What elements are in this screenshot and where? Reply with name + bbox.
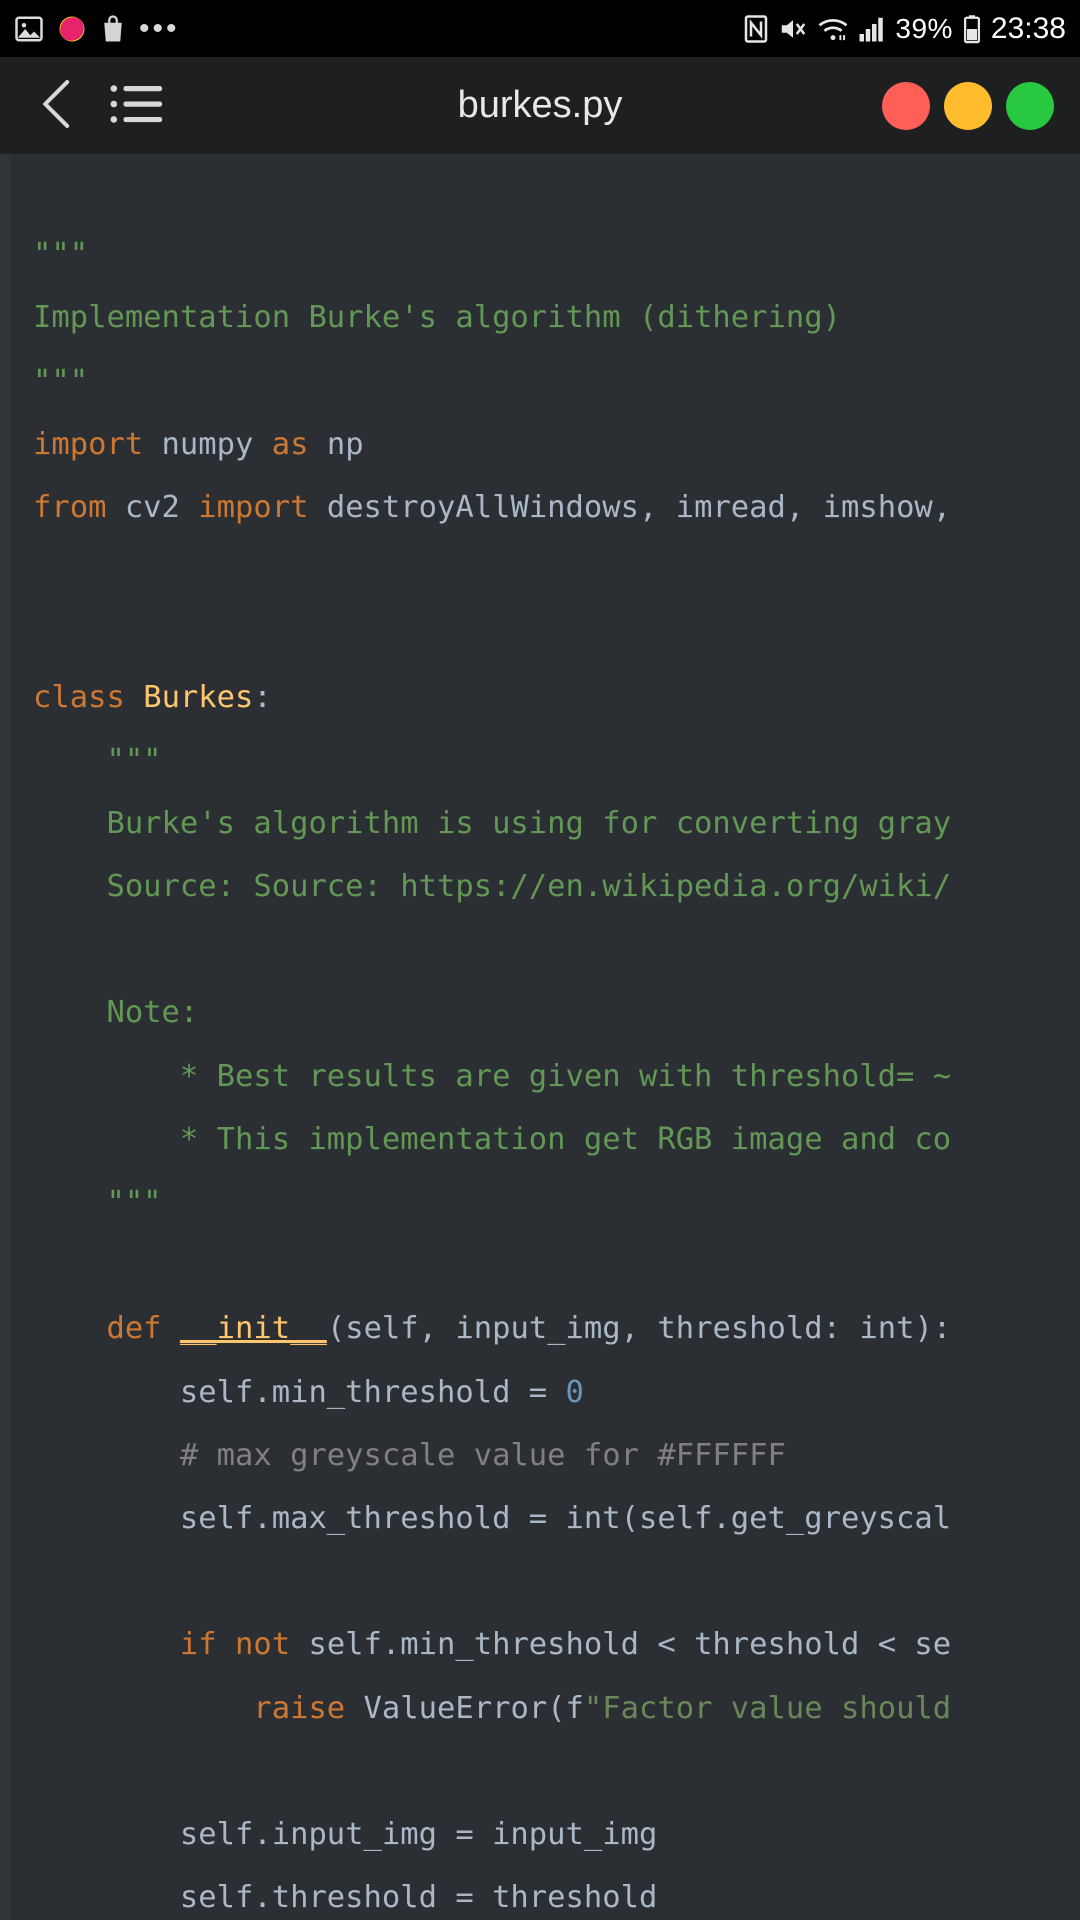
snapchat-icon bbox=[57, 14, 87, 44]
code-line: class Burkes: bbox=[33, 679, 272, 715]
code-line: """ bbox=[33, 363, 89, 399]
code-line: Note: bbox=[33, 995, 199, 1031]
status-bar: ••• 39% 23:38 bbox=[0, 0, 1080, 57]
code-line: Source: Source: https://en.wikipedia.org… bbox=[33, 869, 952, 905]
minimize-dot[interactable] bbox=[944, 81, 992, 130]
code-line: if not self.min_threshold < threshold < … bbox=[179, 1627, 952, 1663]
back-chevron-icon bbox=[36, 77, 78, 135]
code-line: """ bbox=[33, 237, 89, 273]
close-dot[interactable] bbox=[882, 81, 930, 130]
code-editor[interactable]: """ Implementation Burke's algorithm (di… bbox=[0, 154, 1080, 1920]
list-menu-icon bbox=[108, 80, 166, 132]
wifi-icon bbox=[817, 14, 849, 44]
battery-percent: 39% bbox=[895, 12, 953, 44]
signal-icon bbox=[858, 14, 886, 44]
code-line: * This implementation get RGB image and … bbox=[33, 1121, 952, 1157]
gallery-icon bbox=[14, 14, 44, 44]
status-bar-clock: 23:38 bbox=[990, 11, 1066, 45]
app-bar: burkes.py bbox=[0, 57, 1080, 154]
code-line: """ bbox=[33, 742, 162, 778]
code-line: self.max_threshold = int(self.get_greysc… bbox=[33, 1500, 952, 1536]
more-dots-icon: ••• bbox=[139, 11, 180, 45]
code-line: """ bbox=[33, 1185, 162, 1220]
code-line: self.input_img = input_img bbox=[33, 1816, 658, 1852]
code-line: from cv2 import destroyAllWindows, imrea… bbox=[33, 489, 952, 525]
status-bar-right-icons: 39% 23:38 bbox=[743, 12, 1066, 46]
code-line: self.min_threshold = 0 bbox=[33, 1374, 584, 1410]
code-line: Implementation Burke's algorithm (dither… bbox=[33, 300, 841, 336]
file-list-button[interactable] bbox=[100, 75, 174, 137]
maximize-dot[interactable] bbox=[1006, 81, 1054, 130]
code-content[interactable]: """ Implementation Burke's algorithm (di… bbox=[11, 154, 1080, 1920]
code-line: def __init__(self, input_img, threshold:… bbox=[106, 1311, 952, 1347]
code-line: import numpy as np bbox=[33, 426, 364, 462]
window-controls bbox=[882, 81, 1054, 130]
code-line: * Best results are given with threshold=… bbox=[33, 1058, 952, 1094]
code-line: # max greyscale value for #FFFFFF bbox=[33, 1437, 786, 1473]
code-line: raise ValueError(f"Factor value should bbox=[253, 1690, 952, 1726]
back-button[interactable] bbox=[26, 75, 88, 137]
mute-icon bbox=[778, 14, 808, 44]
battery-icon bbox=[962, 14, 982, 44]
code-line: Burke's algorithm is using for convertin… bbox=[33, 805, 952, 841]
shopping-bag-icon bbox=[100, 14, 126, 44]
status-bar-left-icons: ••• bbox=[14, 11, 180, 45]
nfc-icon bbox=[743, 14, 769, 44]
editor-gutter bbox=[0, 154, 11, 1920]
code-line: self.threshold = threshold bbox=[33, 1880, 658, 1916]
